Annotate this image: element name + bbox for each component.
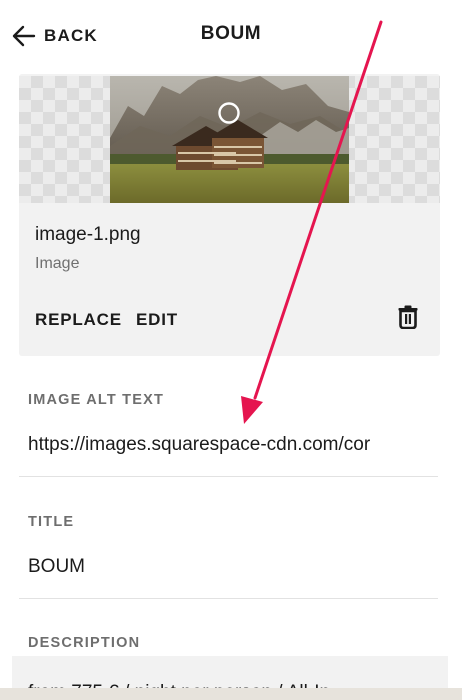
file-type: Image — [35, 255, 80, 272]
description-label: DESCRIPTION — [28, 635, 141, 651]
file-name: image-1.png — [35, 224, 141, 245]
header-bar: BACK BOUM — [0, 0, 462, 72]
divider — [19, 476, 438, 477]
alt-text-label: IMAGE ALT TEXT — [28, 392, 165, 408]
alt-text-input[interactable] — [28, 432, 438, 458]
trash-icon[interactable] — [398, 305, 418, 329]
page-title: BOUM — [200, 23, 262, 44]
title-input[interactable] — [28, 554, 438, 580]
image-preview-area[interactable] — [19, 76, 440, 203]
bottom-edge — [0, 688, 462, 700]
replace-button[interactable]: REPLACE — [35, 310, 122, 330]
image-thumbnail[interactable] — [110, 76, 349, 203]
title-label: TITLE — [28, 514, 75, 530]
edit-button[interactable]: EDIT — [136, 310, 178, 330]
image-card: image-1.png Image REPLACE EDIT — [19, 74, 440, 356]
divider — [19, 598, 438, 599]
